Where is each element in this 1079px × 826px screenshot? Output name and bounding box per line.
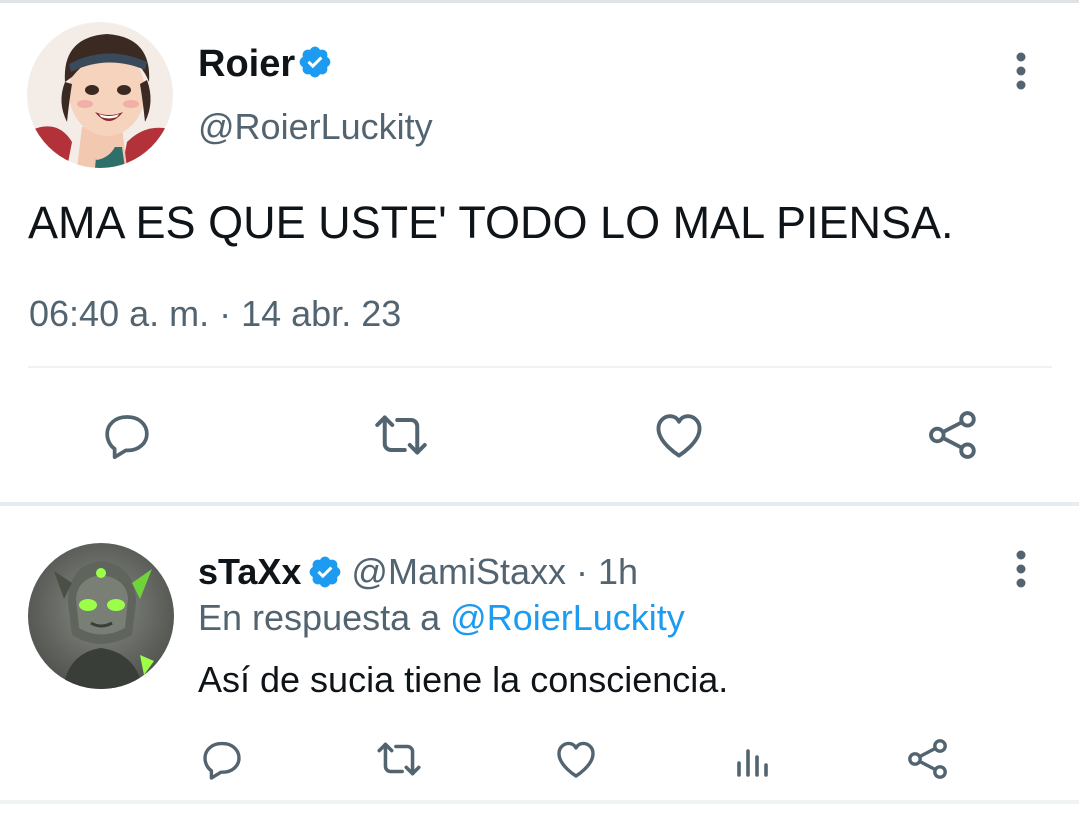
retweet-icon [377, 742, 421, 776]
reply-button[interactable] [196, 733, 248, 785]
mention-link[interactable]: @RoierLuckity [450, 597, 685, 638]
like-button[interactable] [648, 404, 710, 466]
like-icon [557, 741, 595, 778]
verified-badge-icon [307, 554, 343, 590]
bottom-divider [0, 800, 1079, 804]
author-handle[interactable]: @MamiStaxx [351, 549, 566, 595]
like-icon [656, 414, 702, 458]
tweet-time[interactable]: 1h [598, 549, 638, 595]
tweet-timestamp: 06:40 a. m. · 14 abr. 23 [29, 293, 402, 334]
analytics-button[interactable] [727, 733, 779, 785]
more-options-icon[interactable] [1014, 548, 1028, 592]
reply-icon [203, 741, 241, 780]
retweet-button[interactable] [368, 404, 434, 466]
author-handle[interactable]: @RoierLuckity [198, 104, 433, 150]
like-button[interactable] [550, 733, 602, 785]
reply-text: Así de sucia tiene la consciencia. [198, 659, 729, 700]
reply-header: sTaXx @MamiStaxx · 1h [198, 549, 638, 595]
retweet-button[interactable] [373, 733, 425, 785]
separator-dot: · [565, 551, 598, 592]
share-button[interactable] [902, 733, 954, 785]
reply-context: En respuesta a @RoierLuckity [198, 595, 685, 641]
roier-avatar[interactable] [27, 22, 173, 168]
retweet-icon [375, 415, 427, 455]
top-border [0, 0, 1079, 3]
staxx-avatar[interactable] [28, 543, 174, 689]
reply-prefix: En respuesta a [198, 597, 451, 638]
share-icon [929, 411, 976, 459]
author-name[interactable]: Roier [198, 40, 295, 88]
share-button[interactable] [922, 404, 984, 466]
more-options-icon[interactable] [1014, 50, 1028, 94]
share-icon [908, 739, 947, 779]
verified-badge-icon [297, 44, 333, 80]
reply-icon [105, 415, 149, 460]
analytics-icon [737, 749, 768, 777]
author-name[interactable]: sTaXx [198, 549, 301, 595]
divider [28, 366, 1052, 368]
tweet-separator [0, 502, 1079, 506]
reply-button[interactable] [96, 404, 158, 466]
tweet-text: AMA ES QUE USTE' TODO LO MAL PIENSA. [28, 197, 954, 248]
